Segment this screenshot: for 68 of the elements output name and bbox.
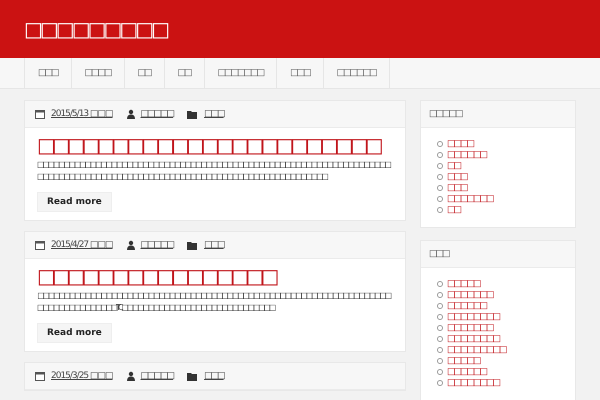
bullet-icon [437, 196, 443, 202]
author-link[interactable]: □□□□□ [140, 371, 174, 381]
widget-title: □□□□□ [421, 101, 575, 128]
calendar-icon [35, 240, 45, 250]
widget-link[interactable]: □□□□□□□□ [447, 334, 500, 344]
nav-link[interactable]: □□□□ [72, 58, 125, 88]
author-link[interactable]: □□□□□ [140, 240, 174, 250]
folder-icon [187, 110, 198, 118]
author-link[interactable]: □□□□□ [140, 109, 174, 119]
category-link[interactable]: □□□ [204, 240, 224, 250]
site-title[interactable]: □□□□□□□□□ [24, 17, 168, 41]
nav-link[interactable]: □□□ [24, 58, 72, 88]
widget-link[interactable]: □□□□□□ [447, 366, 486, 376]
folder-icon [187, 240, 198, 250]
bullet-icon [437, 358, 443, 364]
widget-link[interactable]: □□□□□□□ [447, 290, 493, 300]
nav-link[interactable]: □□□□□□□ [204, 58, 278, 88]
post-date-link[interactable]: 2015/4/27 □□□ [51, 240, 113, 250]
bullet-icon [437, 292, 443, 298]
nav-link[interactable]: □□ [124, 58, 165, 88]
widget-link[interactable]: □□□□□□□□□ [447, 344, 506, 354]
widget-link[interactable]: □□□□□ [447, 278, 480, 288]
category-link[interactable]: □□□ [204, 371, 224, 381]
widget-link[interactable]: □□□□□□ [447, 300, 486, 310]
widget-link[interactable]: □□□□□□□ [447, 194, 493, 204]
person-icon [126, 371, 135, 381]
bullet-icon [437, 302, 443, 308]
widget-link[interactable]: □□□□□□□□ [447, 312, 500, 322]
widget-link[interactable]: □□□ [447, 172, 467, 182]
bullet-icon [437, 140, 443, 146]
person-icon [126, 109, 135, 119]
bullet-icon [437, 206, 443, 212]
bullet-icon [437, 380, 443, 386]
post-title-link[interactable]: □□□□□□□□□□□□□□□□□□□□□□□ [37, 133, 380, 157]
widget-link[interactable]: □□□□□ [447, 356, 480, 366]
nav-link[interactable]: □□□ [277, 58, 324, 88]
bullet-icon [437, 174, 443, 180]
read-more-button[interactable]: Read more [37, 192, 112, 212]
bullet-icon [437, 280, 443, 286]
widget-link[interactable]: □□□□ [447, 138, 474, 148]
category-link[interactable]: □□□ [204, 109, 224, 119]
bullet-icon [437, 152, 443, 158]
widget-link[interactable]: □□□□□□□□ [447, 378, 500, 388]
bullet-icon [437, 346, 443, 352]
person-icon [126, 240, 135, 250]
bullet-icon [437, 368, 443, 374]
calendar-icon [35, 371, 45, 381]
post-date-link[interactable]: 2015/3/25 □□□ [51, 371, 113, 381]
widget-link[interactable]: □□□□□□ [447, 150, 486, 160]
bullet-icon [437, 336, 443, 342]
widget-link[interactable]: □□□ [447, 182, 467, 192]
nav-link[interactable]: □□ [164, 58, 205, 88]
post-excerpt: □□□□□□□□□□□□□□□□□□□□□□□□□□□□□□□□□□□□□□□□□□ □□□□□□□□□□□□□□□□□□□□□□□□□□□□□□□□□□□□□□□□ITC□□□□□□□□□□□□□□□□□□□□□□□□□□□□□ [37, 290, 392, 314]
post-date-link[interactable]: 2015/5/13 □□□ [51, 109, 113, 119]
widget-title: □□□ [421, 241, 575, 268]
bullet-icon [437, 184, 443, 190]
post-excerpt: □□□□□□□□□□□□□□□□□□□□□□□□ □□□□□□□□□□□□□□□□□□□□□□□□□□□□□□□□□□□□□□□□□□□□□□□□□□□ □□□□□□□□□□□□□□□□□□□□□□□□□□□□□□□□□□□□□□□□□□□□□□□ [37, 159, 392, 183]
bullet-icon [437, 162, 443, 168]
bullet-icon [437, 324, 443, 330]
widget-link[interactable]: □□ [447, 160, 460, 170]
widget-link[interactable]: □□□□□□□ [447, 322, 493, 332]
bullet-icon [437, 314, 443, 320]
folder-icon [187, 372, 198, 380]
read-more-button[interactable]: Read more [37, 323, 112, 343]
calendar-icon [35, 109, 45, 119]
post-title-link[interactable]: □□□□□□□□□□□□□□□□ [37, 264, 276, 288]
widget-link[interactable]: □□ [447, 204, 460, 214]
nav-link[interactable]: □□□□□□ [324, 58, 390, 88]
